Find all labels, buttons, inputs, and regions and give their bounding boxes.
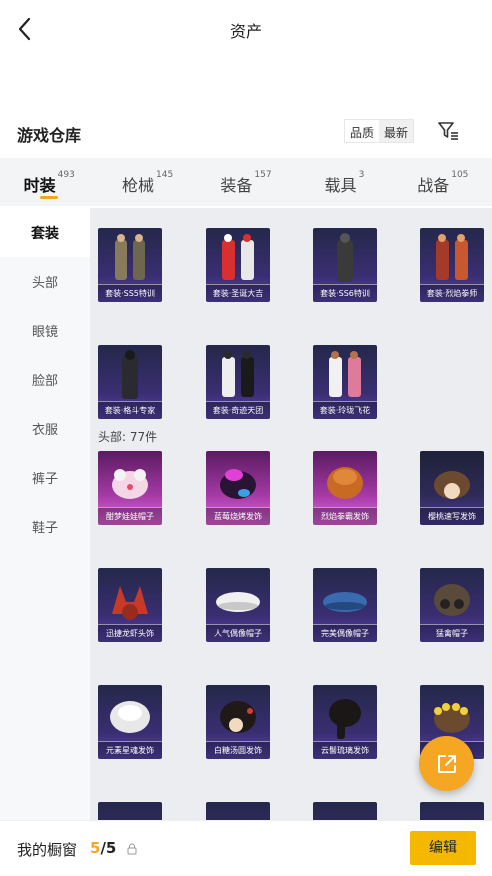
active-tab-indicator: [40, 196, 59, 199]
item-label: 蓝莓烧烤发饰: [206, 507, 270, 525]
item-card[interactable]: 云髻琉璃发饰: [313, 685, 377, 759]
sidebar-item-shoes[interactable]: 鞋子: [0, 502, 90, 551]
tab-label: 战备: [417, 176, 450, 195]
item-card[interactable]: 套装·烈焰拳师: [420, 228, 484, 302]
tab-label: 载具: [324, 176, 357, 195]
head-section-label: 头部: 77件: [98, 430, 158, 444]
item-card[interactable]: 套装·SS6特训: [313, 228, 377, 302]
item-label: 套装·玲珑飞花: [313, 401, 377, 419]
item-card[interactable]: [313, 802, 377, 820]
item-label: 烈焰拳霸发饰: [313, 507, 377, 525]
sidebar-item-glasses[interactable]: 眼镜: [0, 306, 90, 355]
item-grid: 头部: 77件 套装·SS5特训 套装·圣诞大吉 套装·SS6特训 套装·烈焰拳师套装…: [90, 208, 492, 820]
top-bar: 资产: [0, 0, 492, 58]
sidebar-item-face[interactable]: 脸部: [0, 355, 90, 404]
tab-guns[interactable]: 枪械 145: [98, 158, 196, 206]
item-label: 猛禽帽子: [420, 624, 484, 642]
item-label: 套装·SS6特训: [313, 284, 377, 302]
filter-button[interactable]: [436, 119, 460, 143]
sidebar-item-head[interactable]: 头部: [0, 257, 90, 306]
filter-icon: [438, 122, 458, 140]
item-label: 迅捷龙虾头饰: [98, 624, 162, 642]
item-label: 白糖汤圆发饰: [206, 741, 270, 759]
tab-vehicles[interactable]: 载具 3: [295, 158, 393, 206]
showcase-bar: 我的橱窗 5/5 编辑: [0, 820, 492, 876]
item-card[interactable]: 蓝莓烧烤发饰: [206, 451, 270, 525]
lock-icon: [127, 843, 137, 855]
item-card[interactable]: 元素星魂发饰: [98, 685, 162, 759]
tab-label: 枪械: [122, 176, 155, 195]
item-card[interactable]: 迅捷龙虾头饰: [98, 568, 162, 642]
item-card[interactable]: 完美偶像帽子: [313, 568, 377, 642]
item-label: 完美偶像帽子: [313, 624, 377, 642]
item-card[interactable]: [420, 802, 484, 820]
tab-label: 装备: [220, 176, 253, 195]
item-label: 套装·圣诞大吉: [206, 284, 270, 302]
item-card[interactable]: 樱桃速写发饰: [420, 451, 484, 525]
subcategory-sidebar: 套装 头部 眼镜 脸部 衣服 裤子 鞋子: [0, 208, 90, 820]
item-label: 人气偶像帽子: [206, 624, 270, 642]
item-label: 元素星魂发饰: [98, 741, 162, 759]
item-card[interactable]: 猛禽帽子: [420, 568, 484, 642]
item-card[interactable]: 套装·圣诞大吉: [206, 228, 270, 302]
showcase-current: 5: [90, 839, 101, 857]
tab-supplies[interactable]: 战备 105: [394, 158, 492, 206]
tab-fashion[interactable]: 时装 493: [0, 158, 98, 206]
item-label: 套装·格斗专家: [98, 401, 162, 419]
category-tabs: 时装 493 枪械 145 装备 157 载具 3 战备 105: [0, 158, 492, 206]
item-card[interactable]: 套装·奇迹天团: [206, 345, 270, 419]
tab-label: 时装: [23, 176, 56, 195]
sidebar-item-pants[interactable]: 裤子: [0, 453, 90, 502]
item-card[interactable]: 烈焰拳霸发饰: [313, 451, 377, 525]
item-card[interactable]: 套装·格斗专家: [98, 345, 162, 419]
item-card[interactable]: 酣梦娃娃帽子: [98, 451, 162, 525]
item-card[interactable]: [98, 802, 162, 820]
showcase-label: 我的橱窗: [17, 841, 78, 859]
sort-latest-button[interactable]: 最新: [379, 120, 414, 142]
item-label: 樱桃速写发饰: [420, 507, 484, 525]
edit-button[interactable]: 编辑: [410, 831, 476, 865]
item-label: 套装·SS5特训: [98, 284, 162, 302]
tab-count: 157: [254, 170, 272, 180]
tab-equipment[interactable]: 装备 157: [197, 158, 295, 206]
showcase-total: 5: [105, 839, 117, 857]
item-label: 云髻琉璃发饰: [313, 741, 377, 759]
item-label: 酣梦娃娃帽子: [98, 507, 162, 525]
page-title: 资产: [229, 22, 262, 41]
item-card[interactable]: [206, 802, 270, 820]
tab-count: 105: [451, 170, 469, 180]
tab-count: 3: [358, 170, 365, 180]
showcase-count: 5/5: [90, 839, 116, 857]
tab-count: 493: [57, 170, 75, 180]
item-card[interactable]: 白糖汤圆发饰: [206, 685, 270, 759]
item-card[interactable]: 人气偶像帽子: [206, 568, 270, 642]
sidebar-item-suits[interactable]: 套装: [0, 208, 90, 257]
item-label: 套装·烈焰拳师: [420, 284, 484, 302]
external-link-icon: [437, 754, 456, 773]
warehouse-header: 游戏仓库: [0, 116, 492, 150]
item-card[interactable]: 套装·玲珑飞花: [313, 345, 377, 419]
sort-quality-button[interactable]: 品质: [345, 120, 380, 142]
tab-count: 145: [156, 170, 174, 180]
warehouse-title: 游戏仓库: [17, 126, 82, 145]
sort-toggle: 品质 最新: [344, 119, 415, 143]
share-fab-button[interactable]: [419, 736, 474, 791]
item-label: 套装·奇迹天团: [206, 401, 270, 419]
sidebar-item-clothes[interactable]: 衣服: [0, 404, 90, 453]
item-card[interactable]: 套装·SS5特训: [98, 228, 162, 302]
